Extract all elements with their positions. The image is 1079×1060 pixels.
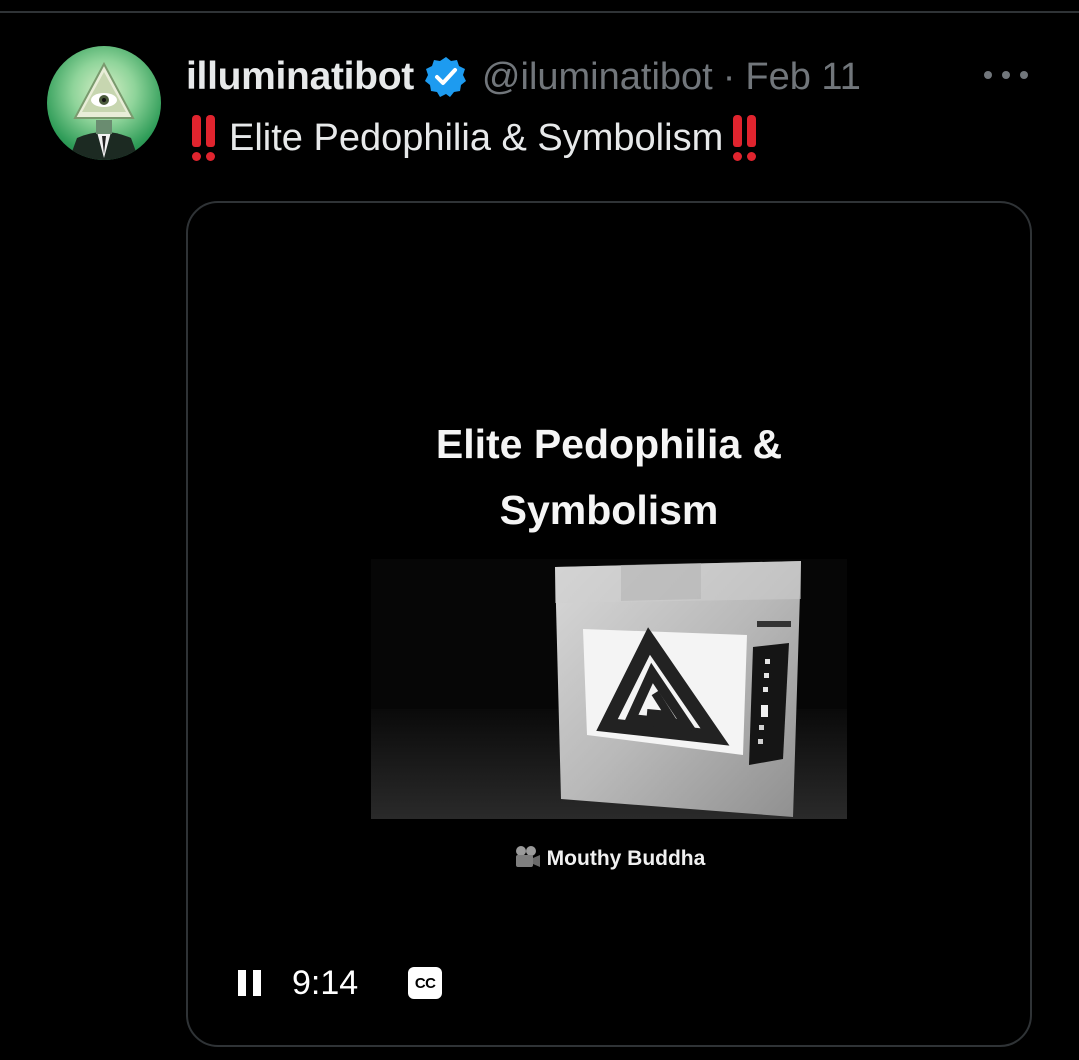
video-controls: 9:14 CC [238,961,443,1005]
tweet-text-body: Elite Pedophilia & Symbolism [229,116,724,159]
more-options-icon[interactable] [984,62,1028,88]
double-exclamation-icon [733,114,757,162]
tweet-header: illuminatibot @iluminatibot · Feb 11 [186,52,861,102]
avatar[interactable] [47,46,161,160]
video-player[interactable]: Elite Pedophilia & Symbolism Mouthy Budd… [186,201,1032,1047]
handle[interactable]: @iluminatibot [482,56,713,99]
movie-camera-icon [513,845,541,871]
time-remaining: 9:14 [292,963,359,1002]
double-exclamation-icon [192,114,215,162]
verified-badge-icon [424,55,468,99]
video-credit: Mouthy Buddha [188,845,1030,871]
video-title-line1: Elite Pedophilia & [435,421,783,467]
separator-dot: · [722,55,736,98]
video-title: Elite Pedophilia & Symbolism [188,411,1030,543]
eye-pyramid-icon [69,61,139,160]
closed-captions-button[interactable]: CC [408,967,443,999]
post-date[interactable]: Feb 11 [745,56,860,99]
video-frame [371,559,847,819]
video-frame-image [371,559,847,819]
top-divider [0,11,1079,13]
video-title-line2: Symbolism [499,487,719,533]
display-name[interactable]: illuminatibot [186,55,414,99]
tweet-text: Elite Pedophilia & Symbolism [192,110,757,166]
video-credit-text: Mouthy Buddha [546,847,706,870]
pause-icon[interactable] [238,970,262,996]
